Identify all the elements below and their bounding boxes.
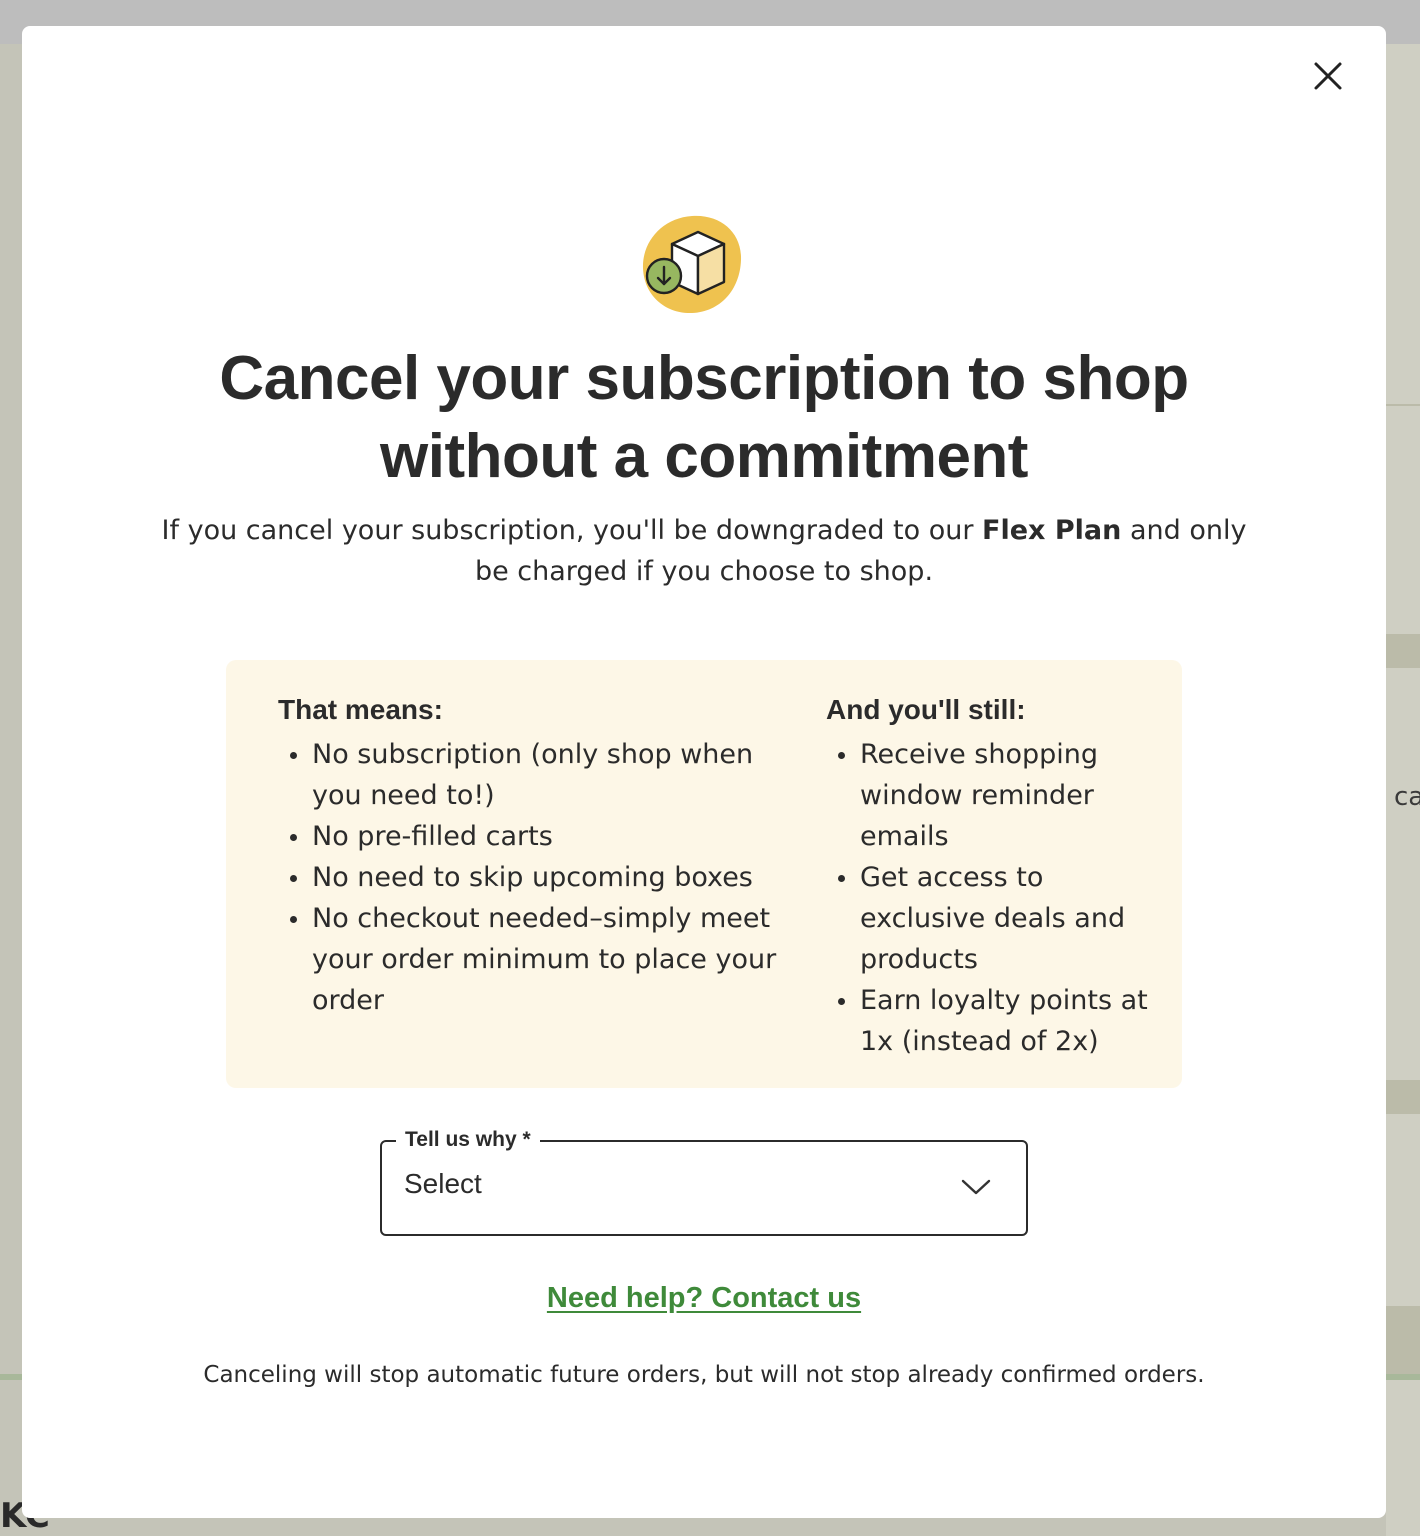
- list-item: No subscription (only shop when you need…: [278, 734, 798, 816]
- subtitle-text: If you cancel your subscription, you'll …: [161, 515, 983, 546]
- list-item: No checkout needed–simply meet your orde…: [278, 898, 798, 1021]
- close-icon[interactable]: [1313, 61, 1343, 91]
- still-column: And you'll still: Receive shopping windo…: [826, 692, 1156, 1062]
- backdrop-divider: [1386, 404, 1420, 406]
- contact-us-link[interactable]: Need help? Contact us: [547, 1282, 861, 1314]
- list-item: No need to skip upcoming boxes: [278, 857, 798, 898]
- plan-info-box: That means: No subscription (only shop w…: [226, 660, 1182, 1088]
- modal-title: Cancel your subscription to shop without…: [219, 344, 1189, 491]
- help-link-row: Need help? Contact us: [22, 1282, 1386, 1315]
- that-means-heading: That means:: [278, 694, 443, 725]
- box-download-icon: [642, 215, 742, 314]
- reason-select-label: Tell us why *: [396, 1124, 540, 1156]
- list-item: No pre-filled carts: [278, 816, 798, 857]
- backdrop-band: [1386, 1306, 1420, 1376]
- close-button[interactable]: [1308, 56, 1348, 96]
- chevron-down-icon[interactable]: [960, 1176, 992, 1198]
- backdrop-band: [1386, 634, 1420, 668]
- cancel-subscription-modal: Cancel your subscription to shop without…: [22, 26, 1386, 1518]
- backdrop-band: [1386, 1080, 1420, 1114]
- modal-subtitle: If you cancel your subscription, you'll …: [142, 510, 1266, 592]
- that-means-column: That means: No subscription (only shop w…: [278, 692, 798, 1021]
- reason-select[interactable]: Tell us why * Select: [380, 1124, 1028, 1236]
- list-item: Get access to exclusive deals and produc…: [826, 857, 1156, 980]
- still-list: Receive shopping window reminder emails …: [826, 734, 1156, 1062]
- that-means-list: No subscription (only shop when you need…: [278, 734, 798, 1021]
- flex-plan-label: Flex Plan: [982, 515, 1122, 546]
- backdrop-text: ca: [1394, 782, 1420, 812]
- cancel-footnote: Canceling will stop automatic future ord…: [203, 1362, 1205, 1388]
- list-item: Receive shopping window reminder emails: [826, 734, 1156, 857]
- still-heading: And you'll still:: [826, 694, 1026, 725]
- reason-select-value[interactable]: Select: [404, 1168, 482, 1200]
- list-item: Earn loyalty points at 1x (instead of 2x…: [826, 980, 1156, 1062]
